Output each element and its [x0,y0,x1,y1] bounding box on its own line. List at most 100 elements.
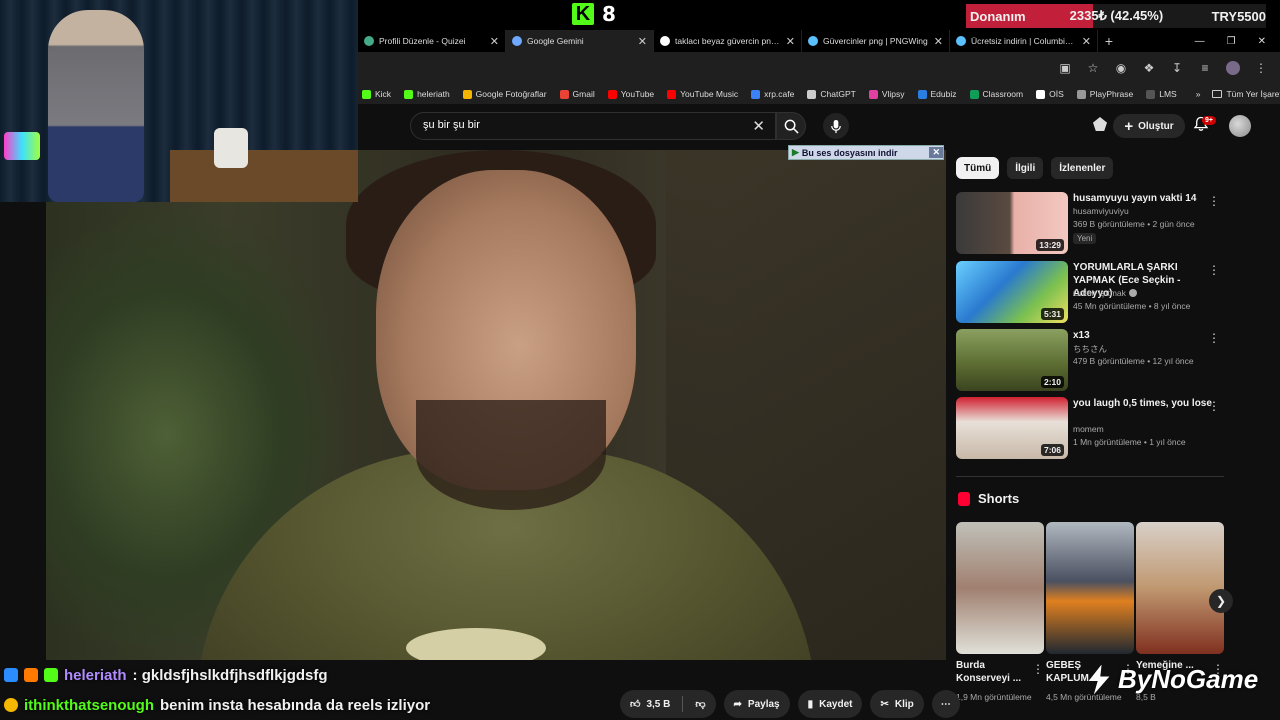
bookmark-item[interactable]: YouTube [607,89,655,99]
chat-username[interactable]: ithinkthatsenough [24,697,154,714]
bookmark-star-icon[interactable]: ☆ [1086,61,1100,75]
bookmarks-overflow-button[interactable]: » [1196,89,1201,99]
pngwing-icon [808,36,818,46]
bookmark-item[interactable]: LMS [1146,89,1177,99]
short-views: 1,9 Mn görüntüleme [956,692,1032,702]
video-title[interactable]: husamyuyu yayın vakti 14 [1073,192,1213,205]
short-thumbnail[interactable] [956,522,1044,654]
extensions-puzzle-icon[interactable]: ❖ [1142,61,1156,75]
bookmark-item[interactable]: heleriath [404,89,450,99]
filter-chip[interactable]: İzlenenler [1051,157,1114,179]
short-title[interactable]: Burda Konserveyi ... [956,659,1032,685]
microphone-icon [831,119,841,133]
filter-chip[interactable]: İlgili [1007,157,1044,179]
bookmark-item[interactable]: xrp.cafe [751,89,794,99]
close-window-icon[interactable]: ✕ [1258,36,1266,47]
restore-icon[interactable]: ❐ [1227,36,1236,47]
channel-label: husamviyuviyu [1073,206,1129,216]
bookmark-item[interactable]: PlayPhrase [1076,89,1133,99]
bookmark-item[interactable]: OİS [1036,89,1064,99]
close-tab-icon[interactable]: ✕ [934,35,943,48]
browser-tab[interactable]: taklacı beyaz güvercin png - Go ✕ [654,30,802,52]
cast-icon[interactable]: ▣ [1058,61,1072,75]
video-thumbnail[interactable]: 13:29 [956,192,1068,254]
video-title[interactable]: you laugh 0,5 times, you lose [1073,397,1213,410]
bolt-logo-icon [1088,664,1110,695]
bookmark-item[interactable]: Google Fotoğraflar [462,89,547,99]
search-input[interactable] [423,119,743,131]
close-tab-icon[interactable]: ✕ [638,35,647,48]
bookmark-item[interactable]: Vlipsy [868,89,905,99]
video-thumbnail[interactable]: 5:31 [956,261,1068,323]
clear-search-icon[interactable]: ✕ [752,117,765,135]
browser-tab[interactable]: Google Gemini ✕ [506,30,654,52]
browser-tab[interactable]: Ücretsiz indirin | Columbidae Re ✕ [950,30,1098,52]
extension-shield-icon[interactable]: ◉ [1114,61,1128,75]
chat-username[interactable]: heleriath [64,667,127,684]
bookmark-label: YouTube [620,89,655,99]
donation-progress: 2335₺ (42.45%) [1069,8,1164,23]
video-thumbnail[interactable]: 2:10 [956,329,1068,391]
download-audio-banner[interactable]: ▶ Bu ses dosyasını indir ✕ [788,145,944,160]
youtube-account-avatar[interactable] [1229,115,1251,137]
bookmark-item[interactable]: ChatGPT [807,89,856,99]
video-thumbnail[interactable]: 7:06 [956,397,1068,459]
download-icon[interactable]: ↧ [1170,61,1184,75]
search-icon [784,119,799,134]
close-tab-icon[interactable]: ✕ [490,35,499,48]
clip-button[interactable]: ✂ Klip [870,690,924,718]
video-meta: 479 B görüntüleme • 12 yıl önce [1073,356,1194,366]
channel-name[interactable]: husamviyuviyu [1073,206,1129,216]
short-thumbnail[interactable] [1046,522,1134,654]
bookmark-item[interactable]: Classroom [969,89,1023,99]
more-actions-button[interactable]: ⋯ [931,690,960,718]
all-bookmarks-folder[interactable]: Tüm Yer İşaretleri [1212,89,1280,99]
gift-badge-icon [24,668,38,682]
dislike-button[interactable]: 👎︎ [695,698,705,710]
more-vertical-icon[interactable]: ⋮ [1208,399,1220,413]
bookmark-item[interactable]: Edubiz [917,89,957,99]
more-vertical-icon[interactable]: ⋮ [1208,263,1220,277]
recommended-video[interactable]: 5:31 YORUMLARLA ŞARKI YAPMAK (Ece Seçkin… [956,261,1232,323]
browser-menu-icon[interactable]: ⋮ [1254,61,1268,75]
recommended-video[interactable]: 7:06 you laugh 0,5 times, you lose momem… [956,397,1232,459]
save-button[interactable]: ▮ Kaydet [797,690,863,718]
search-button[interactable] [776,112,806,140]
channel-name[interactable]: Orkun Işıtmak [1073,288,1137,298]
shorts-icon [958,491,970,506]
browser-tab[interactable]: Profili Düzenle - Quizei ✕ [358,30,506,52]
more-vertical-icon[interactable]: ⋮ [1208,194,1220,208]
share-button[interactable]: ➦ Paylaş [723,690,790,718]
bookmark-label: YouTube Music [680,89,739,99]
video-title[interactable]: x13 [1073,329,1213,342]
bookmark-label: Vlipsy [881,89,905,99]
recommended-video[interactable]: 13:29 husamyuyu yayın vakti 14 husamviyu… [956,192,1232,254]
create-button[interactable]: + Oluştur [1113,114,1185,138]
shorts-next-button[interactable]: ❯ [1209,589,1233,613]
channel-label: ちちさん [1073,344,1108,354]
voice-search-button[interactable] [823,113,849,139]
like-button[interactable]: 👍︎ 3,5 B [630,698,670,711]
short-thumbnail[interactable] [1136,522,1224,654]
channel-name[interactable]: momem [1073,424,1104,434]
bookmark-item[interactable]: Kick [362,89,391,99]
bookmark-item[interactable]: YouTube Music [667,89,738,99]
minimize-icon[interactable]: — [1195,36,1205,47]
bookmark-item[interactable]: Gmail [559,89,595,99]
video-duration: 13:29 [1036,239,1064,251]
browser-profile-avatar[interactable] [1226,61,1240,75]
more-vertical-icon[interactable]: ⋮ [1032,662,1044,676]
video-player[interactable] [46,150,946,660]
tab-search-icon[interactable]: ≡ [1198,61,1212,75]
bookmark-label: ChatGPT [820,89,856,99]
close-banner-icon[interactable]: ✕ [929,147,943,158]
close-tab-icon[interactable]: ✕ [1082,35,1091,48]
close-tab-icon[interactable]: ✕ [786,35,795,48]
channel-name[interactable]: ちちさん [1073,343,1107,355]
more-vertical-icon[interactable]: ⋮ [1208,331,1220,345]
new-tab-button[interactable]: + [1098,33,1120,49]
filter-chip[interactable]: Tümü [956,157,1000,179]
browser-tab[interactable]: Güvercinler png | PNGWing ✕ [802,30,950,52]
recommended-video[interactable]: 2:10 x13 ちちさん 479 B görüntüleme • 12 yıl… [956,329,1232,391]
verified-badge-icon [4,668,18,682]
